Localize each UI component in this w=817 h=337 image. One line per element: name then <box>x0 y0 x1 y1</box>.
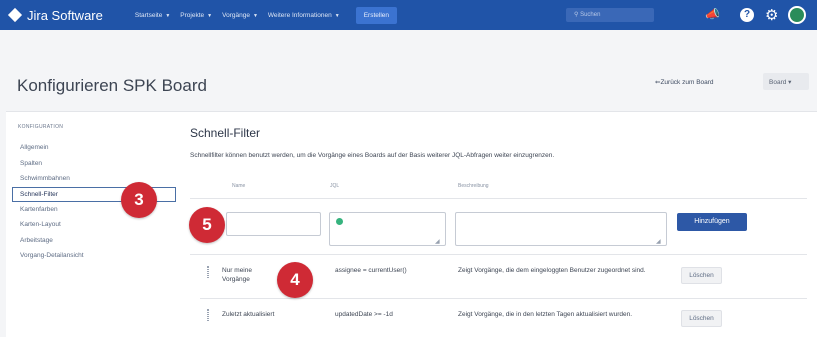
callout-badge-3: 3 <box>121 182 157 218</box>
callout-badge-5: 5 <box>189 207 225 243</box>
notifications-icon[interactable]: 📣 <box>705 7 720 21</box>
back-to-board-link[interactable]: ⇐Zurück zum Board <box>655 78 714 86</box>
sidebar-item-karten-layout[interactable]: Karten-Layout <box>18 217 176 233</box>
sidebar-item-allgemein[interactable]: Allgemein <box>18 140 176 156</box>
delete-filter-button[interactable]: Löschen <box>681 267 722 284</box>
settings-icon[interactable]: ⚙ <box>765 6 778 24</box>
column-header-description: Beschreibung <box>458 183 489 189</box>
filter-jql: assignee = currentUser() <box>335 267 407 274</box>
column-header-jql: JQL <box>330 183 340 189</box>
jira-logo-icon <box>7 7 23 23</box>
left-edge-bar <box>0 30 6 337</box>
resize-handle-icon[interactable]: ◢ <box>656 238 661 245</box>
filter-description: Zeigt Vorgänge, die in den letzten Tagen… <box>458 311 633 318</box>
menu-item-vorgaenge[interactable]: Vorgänge ▼ <box>222 12 258 19</box>
resize-handle-icon[interactable]: ◢ <box>435 238 440 245</box>
delete-filter-button[interactable]: Löschen <box>681 310 722 327</box>
chevron-down-icon: ▼ <box>334 12 340 19</box>
sidebar-item-schwimmbahnen[interactable]: Schwimmbahnen <box>18 171 176 187</box>
brand-name: Jira Software <box>27 7 103 23</box>
jira-logo[interactable]: Jira Software <box>7 7 103 23</box>
input-row-divider <box>190 254 807 255</box>
row-divider <box>200 298 807 299</box>
create-button[interactable]: Erstellen <box>355 6 397 24</box>
sidebar-heading: KONFIGURATION <box>18 124 64 130</box>
jql-valid-icon <box>336 218 343 225</box>
new-filter-jql-input[interactable] <box>329 212 446 246</box>
menu-item-startseite[interactable]: Startseite ▼ <box>135 12 170 19</box>
page-header <box>0 30 817 112</box>
sidebar-item-arbeitstage[interactable]: Arbeitstage <box>18 233 176 249</box>
main-menu: Startseite ▼ Projekte ▼ Vorgänge ▼ Weitere … <box>135 6 397 24</box>
menu-item-projekte[interactable]: Projekte ▼ <box>180 12 212 19</box>
new-filter-description-input[interactable] <box>455 212 667 246</box>
chevron-down-icon: ▼ <box>207 12 213 19</box>
sidebar-item-spalten[interactable]: Spalten <box>18 156 176 172</box>
callout-badge-4: 4 <box>277 262 313 298</box>
sidebar-item-vorgang-detailansicht[interactable]: Vorgang-Detailansicht <box>18 248 176 264</box>
filter-jql: updatedDate >= -1d <box>335 311 393 318</box>
drag-handle-icon[interactable] <box>207 309 209 321</box>
filter-description: Zeigt Vorgänge, die dem eingeloggten Ben… <box>458 267 646 274</box>
section-title: Schnell-Filter <box>190 126 261 140</box>
filter-name: Nur meine Vorgänge <box>222 267 252 283</box>
add-filter-button[interactable]: Hinzufügen <box>677 213 747 231</box>
chevron-down-icon: ▼ <box>165 12 171 19</box>
chevron-down-icon: ▼ <box>252 12 258 19</box>
search-input[interactable]: ⚲ Suchen <box>566 8 654 22</box>
board-menu-button[interactable]: Board ▾ <box>763 73 809 90</box>
help-icon[interactable]: ? <box>740 8 754 22</box>
page-title: Konfigurieren SPK Board <box>17 76 207 95</box>
filter-name: Zuletzt aktualisiert <box>222 311 275 318</box>
drag-handle-icon[interactable] <box>207 266 209 278</box>
section-description: Schnellfilter können benutzt werden, um … <box>190 152 555 159</box>
menu-item-weitere-informationen[interactable]: Weitere Informationen ▼ <box>268 12 340 19</box>
new-filter-name-input[interactable] <box>226 212 321 236</box>
profile-avatar[interactable] <box>788 6 806 24</box>
top-navigation-bar: Jira Software Startseite ▼ Projekte ▼ Vorg… <box>0 0 817 30</box>
header-divider <box>190 198 807 199</box>
column-header-name: Name <box>232 183 246 189</box>
